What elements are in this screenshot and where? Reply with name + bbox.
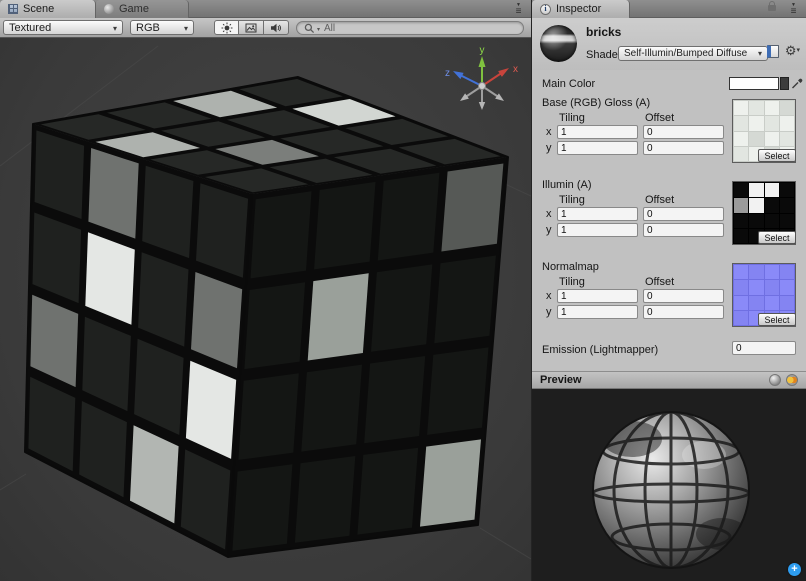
- audio-toggle-button[interactable]: [264, 20, 289, 35]
- preview-title: Preview: [540, 374, 582, 386]
- y-axis-label: y: [546, 224, 552, 236]
- speaker-icon: [270, 22, 282, 34]
- emission-label: Emission (Lightmapper): [542, 344, 658, 356]
- material-sphere-icon: [540, 25, 577, 62]
- illumin-offset-y-field[interactable]: [643, 223, 724, 237]
- base-texture-select-button[interactable]: Select: [758, 149, 796, 162]
- preview-zoom-button[interactable]: +: [788, 563, 801, 576]
- scene-toolbar: Textured RGB: [0, 18, 531, 38]
- main-color-swatch[interactable]: [729, 77, 779, 90]
- y-axis-label: y: [546, 306, 552, 318]
- normalmap-tiling-y-field[interactable]: [557, 305, 638, 319]
- scene-grid-icon: [8, 4, 18, 14]
- draw-mode-dropdown[interactable]: Textured: [3, 20, 123, 35]
- scene-pane: Scene Game Textured RGB: [0, 0, 531, 581]
- game-icon: [104, 4, 114, 14]
- emission-field[interactable]: [732, 341, 796, 355]
- tiling-header: Tiling: [559, 194, 585, 206]
- base-tiling-x-field[interactable]: [557, 125, 638, 139]
- illumin-texture-select-button[interactable]: Select: [758, 231, 796, 244]
- unity-editor-window: Scene Game Textured RGB: [0, 0, 806, 581]
- preview-area[interactable]: +: [532, 389, 806, 581]
- tiling-header: Tiling: [559, 112, 585, 124]
- tab-game[interactable]: Game: [96, 0, 189, 18]
- offset-header: Offset: [645, 194, 674, 206]
- normalmap-tiling-x-field[interactable]: [557, 289, 638, 303]
- shader-label: Shader: [586, 49, 621, 61]
- texture-section-illumin: Illumin (A) Tiling Offset x y Select: [532, 179, 806, 251]
- tab-game-label: Game: [119, 3, 149, 15]
- lock-icon[interactable]: [768, 5, 776, 11]
- help-book-icon[interactable]: [767, 45, 779, 58]
- x-axis-label: x: [546, 208, 552, 220]
- tab-inspector-label: Inspector: [556, 3, 601, 15]
- gizmo-z-label[interactable]: z: [445, 68, 450, 79]
- search-icon: [304, 23, 315, 34]
- tab-inspector[interactable]: Inspector: [532, 0, 630, 18]
- search-filter-caret-icon[interactable]: [317, 22, 320, 34]
- y-axis-label: y: [546, 142, 552, 154]
- inspector-pane: Inspector bricks Shader Self-Illumin/Bum…: [531, 0, 806, 581]
- image-icon: [245, 22, 257, 34]
- tab-scene-label: Scene: [23, 3, 54, 15]
- offset-header: Offset: [645, 112, 674, 124]
- sun-icon: [221, 22, 233, 34]
- lighting-toggle-button[interactable]: [214, 20, 239, 35]
- skybox-toggle-button[interactable]: [239, 20, 264, 35]
- texture-section-normalmap: Normalmap Tiling Offset x y Select: [532, 261, 806, 333]
- inspector-tabbar: Inspector: [532, 0, 806, 18]
- main-color-secondary-swatch[interactable]: [780, 77, 789, 90]
- chevron-down-icon: [180, 22, 188, 34]
- inspector-pane-menu-icon[interactable]: [786, 2, 801, 16]
- base-tiling-y-field[interactable]: [557, 141, 638, 155]
- illumin-tiling-y-field[interactable]: [557, 223, 638, 237]
- preview-sphere: [532, 389, 806, 581]
- illumin-tiling-x-field[interactable]: [557, 207, 638, 221]
- normalmap-offset-x-field[interactable]: [643, 289, 724, 303]
- preview-header[interactable]: Preview: [532, 371, 806, 389]
- section-label: Normalmap: [542, 261, 599, 273]
- normalmap-texture-select-button[interactable]: Select: [758, 313, 796, 326]
- eyedropper-icon[interactable]: [791, 77, 804, 90]
- preview-lighting-button[interactable]: [786, 374, 798, 386]
- section-label: Base (RGB) Gloss (A): [542, 97, 650, 109]
- normalmap-offset-y-field[interactable]: [643, 305, 724, 319]
- illumin-offset-x-field[interactable]: [643, 207, 724, 221]
- base-offset-y-field[interactable]: [643, 141, 724, 155]
- texture-section-base: Base (RGB) Gloss (A) Tiling Offset x y S…: [532, 97, 806, 169]
- material-name: bricks: [586, 25, 621, 39]
- gizmo-x-label[interactable]: x: [513, 64, 518, 75]
- preview-model-button[interactable]: [769, 374, 781, 386]
- info-icon: [540, 4, 551, 15]
- gizmo-y-label[interactable]: y: [480, 45, 485, 56]
- shader-dropdown[interactable]: Self-Illumin/Bumped Diffuse: [618, 46, 768, 61]
- scene-search-field[interactable]: [296, 21, 524, 35]
- x-axis-label: x: [546, 126, 552, 138]
- scene-viewport[interactable]: y x z: [0, 38, 531, 581]
- color-mode-dropdown[interactable]: RGB: [130, 20, 194, 35]
- main-color-label: Main Color: [542, 78, 595, 90]
- chevron-down-icon: [754, 48, 762, 59]
- base-offset-x-field[interactable]: [643, 125, 724, 139]
- tab-scene[interactable]: Scene: [0, 0, 96, 18]
- tiling-header: Tiling: [559, 276, 585, 288]
- scene-tabbar: Scene Game: [0, 0, 531, 18]
- draw-mode-value: Textured: [9, 22, 51, 34]
- orientation-gizmo[interactable]: y x z: [440, 40, 524, 132]
- color-mode-value: RGB: [136, 22, 160, 34]
- scene-pane-menu-icon[interactable]: [511, 2, 526, 16]
- x-axis-label: x: [546, 290, 552, 302]
- chevron-down-icon: [109, 22, 117, 34]
- material-header: bricks Shader Self-Illumin/Bumped Diffus…: [532, 18, 806, 71]
- shader-value: Self-Illumin/Bumped Diffuse: [624, 48, 747, 59]
- search-input[interactable]: [322, 22, 516, 35]
- offset-header: Offset: [645, 276, 674, 288]
- material-properties: Main Color Base (RGB) Gloss (A) Tiling O…: [532, 70, 806, 371]
- gear-icon[interactable]: [785, 44, 800, 59]
- section-label: Illumin (A): [542, 179, 592, 191]
